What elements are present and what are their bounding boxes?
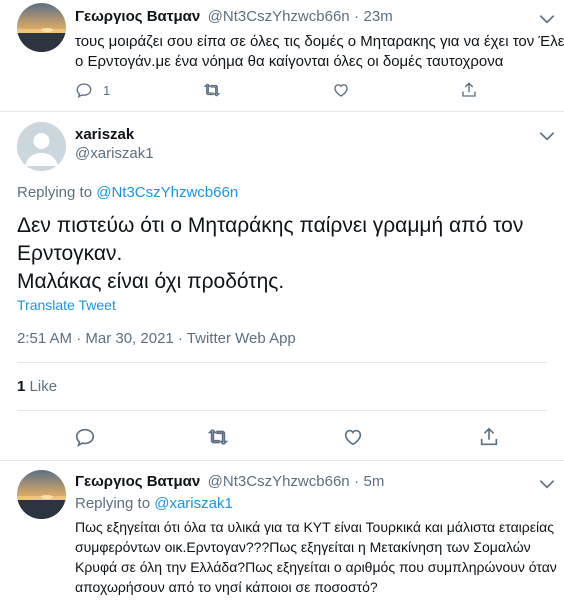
author-name[interactable]: Γεωργιος Βατμαν	[75, 473, 200, 490]
replying-to-label: Replying to	[75, 495, 151, 512]
share-button[interactable]	[460, 81, 478, 99]
tweet-timestamp[interactable]: 2:51 AM · Mar 30, 2021 · Twitter Web App	[17, 330, 296, 347]
share-icon	[462, 82, 476, 97]
reply-icon	[76, 83, 92, 99]
like-button[interactable]	[332, 81, 350, 99]
replying-to-link[interactable]: @Nt3CszYhzwcb66n	[96, 184, 238, 201]
translate-tweet-link[interactable]: Translate Tweet	[17, 297, 116, 313]
divider	[0, 111, 564, 112]
tweet-text-line: αποχωρήσουν από το νησί κάποιοι σε ποσοσ…	[75, 579, 378, 595]
author-name[interactable]: Γεωργιος Βατμαν	[75, 8, 200, 25]
reply-icon	[75, 428, 95, 447]
reply-count: 1	[103, 82, 111, 98]
divider	[17, 410, 547, 411]
retweet-icon	[203, 83, 221, 97]
reply-button[interactable]	[74, 426, 96, 448]
avatar[interactable]	[17, 122, 66, 171]
replying-to-label: Replying to	[17, 184, 93, 201]
retweet-button[interactable]	[203, 81, 221, 99]
divider	[0, 460, 564, 461]
reply-button[interactable]: 1	[75, 81, 110, 99]
replying-to-link[interactable]: @xariszak1	[154, 495, 233, 512]
tweet-text-line: Ερντογκαν.	[17, 242, 123, 265]
tweet-text-line: Κρυφά σε όλη την Ελλάδα?Πως εξηγείται ο …	[75, 559, 557, 575]
chevron-down-icon[interactable]	[537, 126, 557, 146]
share-button[interactable]	[478, 426, 500, 448]
tweet-time[interactable]: 23m	[364, 8, 393, 25]
tweet-text-line: Πως εξηγείται ότι όλα τα υλικά για τα ΚΥ…	[75, 519, 554, 535]
tweet-text-line: τους μοιράζει σου είπα σε όλες τις δομές…	[75, 33, 564, 50]
share-icon	[480, 427, 498, 446]
retweet-button[interactable]	[207, 426, 229, 448]
author-handle[interactable]: @xariszak1	[75, 145, 154, 162]
tweet-text-line: Δεν πιστεύω ότι ο Μηταράκης παίρνει γραμ…	[17, 214, 524, 237]
author-name[interactable]: xariszak	[75, 126, 134, 143]
tweet-time[interactable]: 5m	[364, 473, 385, 490]
author-handle[interactable]: @Nt3CszYhzwcb66n	[208, 473, 350, 490]
author-handle[interactable]: @Nt3CszYhzwcb66n	[208, 8, 350, 25]
separator-dot: ·	[354, 8, 360, 25]
avatar[interactable]	[17, 3, 66, 52]
likes-count: 1	[17, 378, 26, 395]
like-button[interactable]	[342, 426, 364, 448]
avatar[interactable]	[17, 470, 66, 519]
likes-label: Like	[29, 378, 58, 395]
chevron-down-icon[interactable]	[537, 9, 557, 29]
like-icon	[334, 84, 348, 97]
separator-dot: ·	[354, 473, 360, 490]
likes-stat[interactable]: 1 Like	[17, 378, 57, 395]
retweet-icon	[207, 429, 229, 445]
tweet-text-line: Μαλάκας είναι όχι προδότης.	[17, 270, 285, 293]
like-icon	[344, 429, 362, 446]
divider	[17, 362, 547, 363]
chevron-down-icon[interactable]	[537, 474, 557, 494]
tweet-text-line: ο Ερντογάν.με ένα νόημα θα καίγονται όλε…	[75, 53, 504, 70]
tweet-text-line: συμφερόντων οικ.Ερντογαν???Πως εξηγείται…	[75, 539, 531, 555]
